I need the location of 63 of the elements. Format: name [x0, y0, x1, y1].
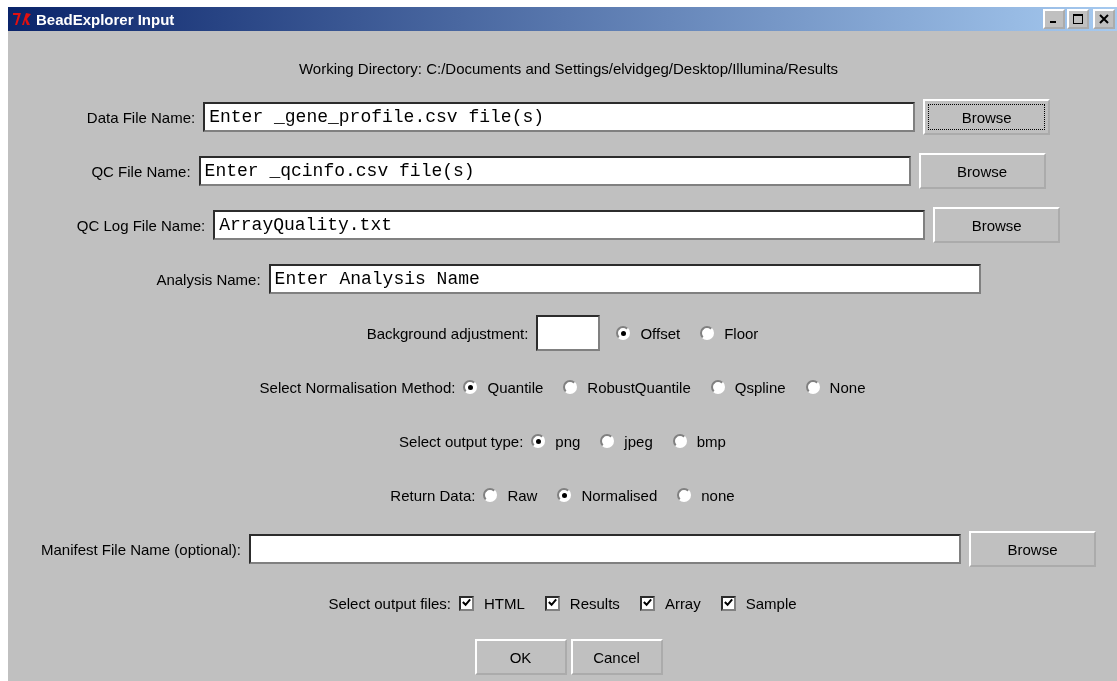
minimize-button[interactable]	[1043, 9, 1065, 29]
input-field[interactable]: Enter Analysis Name	[268, 264, 981, 294]
field-label: Return Data:	[390, 486, 476, 504]
close-icon	[1099, 14, 1109, 24]
radio-label[interactable]: png	[555, 432, 581, 450]
radio-button[interactable]	[600, 434, 615, 448]
checkbox-label[interactable]: HTML	[484, 594, 525, 612]
browse-button[interactable]: Browse	[918, 153, 1046, 189]
radio-button[interactable]	[710, 380, 725, 394]
field-label: QC File Name:	[91, 162, 191, 180]
radio-button[interactable]	[483, 488, 498, 502]
radio-label[interactable]: Quantile	[487, 378, 544, 396]
radio-label[interactable]: none	[701, 486, 735, 504]
radio-label[interactable]: bmp	[696, 432, 726, 450]
input-field[interactable]: Enter _gene_profile.csv file(s)	[203, 102, 916, 132]
browse-button[interactable]: Browse	[923, 99, 1051, 135]
radio-button[interactable]	[531, 434, 546, 448]
window-title: BeadExplorer Input	[36, 10, 176, 28]
radio-label[interactable]: Normalised	[581, 486, 658, 504]
feather-icon	[12, 11, 32, 27]
field-label: Manifest File Name (optional):	[40, 540, 242, 558]
radio-button[interactable]	[563, 380, 578, 394]
radio-label[interactable]: None	[829, 378, 866, 396]
radio-label[interactable]: RobustQuantile	[587, 378, 691, 396]
browse-button[interactable]: Browse	[969, 531, 1097, 567]
checkbox[interactable]	[544, 595, 560, 611]
radio-label[interactable]: Floor	[724, 324, 759, 342]
radio-label[interactable]: Offset	[640, 324, 681, 342]
radio-button[interactable]	[557, 488, 572, 502]
minimize-icon	[1049, 21, 1056, 23]
cancel-button[interactable]: Cancel	[570, 639, 663, 675]
radio-label[interactable]: jpeg	[624, 432, 653, 450]
radio-button[interactable]	[616, 326, 631, 340]
close-button[interactable]	[1093, 9, 1115, 29]
input-field[interactable]: ArrayQuality.txt	[213, 210, 926, 240]
maximize-icon	[1073, 14, 1083, 24]
radio-button[interactable]	[677, 488, 692, 502]
checkbox[interactable]	[639, 595, 655, 611]
field-label: Background adjustment:	[366, 324, 529, 342]
radio-button[interactable]	[672, 434, 687, 448]
field-label: Select output files:	[328, 594, 451, 612]
checkbox-label[interactable]: Array	[664, 594, 701, 612]
working-directory-text: Working Directory: C:/Documents and Settings/elvidgeg/Desktop/Illumina/Results	[298, 59, 839, 77]
maximize-button[interactable]	[1067, 9, 1089, 29]
radio-button[interactable]	[463, 380, 478, 394]
radio-label[interactable]: Raw	[507, 486, 538, 504]
input-field[interactable]	[536, 315, 601, 351]
ok-button[interactable]: OK	[474, 639, 567, 675]
field-label: QC Log File Name:	[76, 216, 206, 234]
input-field[interactable]: Enter _qcinfo.csv file(s)	[198, 156, 911, 186]
radio-label[interactable]: Qspline	[734, 378, 786, 396]
checkbox[interactable]	[459, 595, 474, 611]
field-label: Select Normalisation Method:	[259, 378, 456, 396]
checkbox[interactable]	[720, 595, 736, 611]
field-label: Select output type:	[399, 432, 524, 450]
radio-button[interactable]	[805, 380, 820, 394]
browse-button[interactable]: Browse	[933, 207, 1061, 243]
field-label: Data File Name:	[86, 108, 196, 126]
input-field[interactable]	[249, 534, 962, 564]
field-label: Analysis Name:	[156, 270, 261, 288]
checkbox-label[interactable]: Sample	[745, 594, 797, 612]
radio-button[interactable]	[700, 326, 715, 340]
checkbox-label[interactable]: Results	[569, 594, 620, 612]
